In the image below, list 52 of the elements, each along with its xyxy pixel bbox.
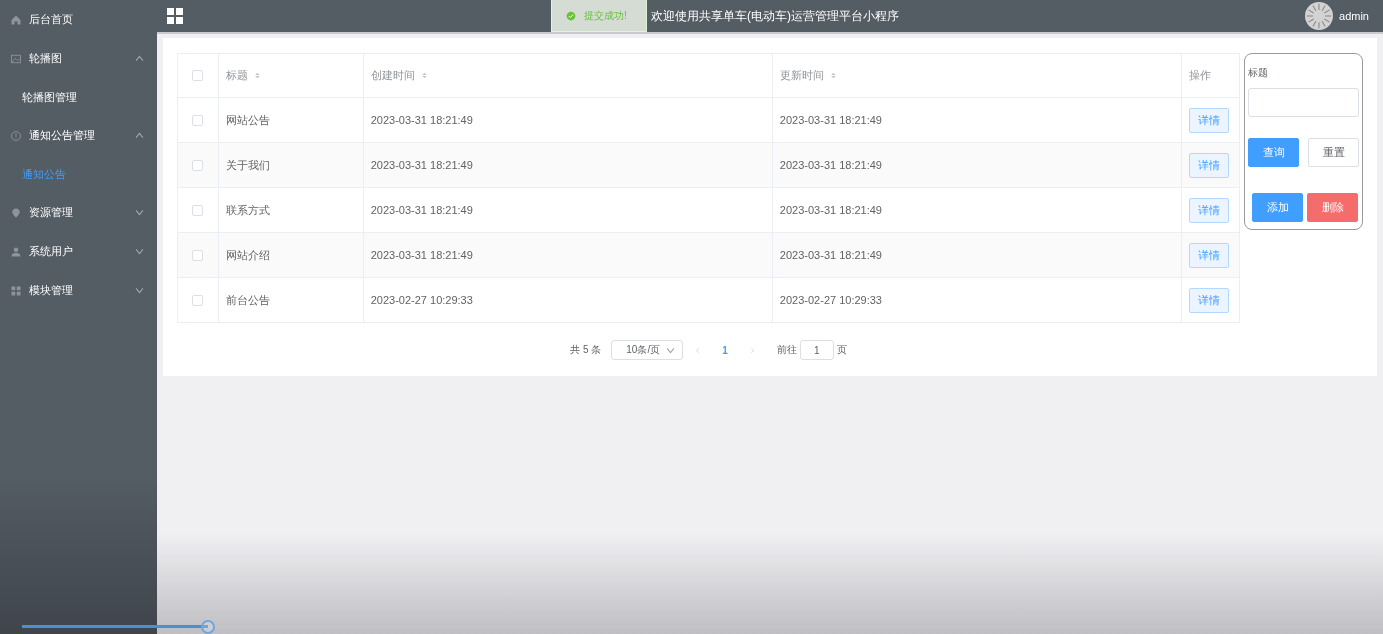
row-checkbox[interactable] [192, 114, 204, 126]
sidebar-item[interactable]: 轮播图 [0, 39, 157, 78]
username[interactable]: admin [1339, 10, 1369, 22]
table-cell: 2023-03-31 18:21:49 [779, 159, 882, 171]
check-circle-icon [566, 10, 576, 21]
column-header: 标题 [225, 68, 248, 83]
table-cell: 网站公告 [225, 113, 270, 126]
table-cell: 2023-03-31 18:21:49 [779, 204, 882, 216]
field-label: 标题 [1248, 66, 1269, 80]
menu-icon [167, 8, 183, 24]
page-suffix: 页 [836, 343, 847, 357]
table-cell: 联系方式 [225, 203, 270, 216]
table-cell: 2023-03-31 18:21:49 [370, 249, 473, 261]
action-button[interactable]: 重置 [1308, 138, 1359, 167]
row-checkbox[interactable] [192, 294, 204, 306]
info-icon [10, 129, 22, 142]
toast-message: 提交成功! [584, 8, 627, 23]
image-icon [10, 52, 22, 65]
row-checkbox[interactable] [192, 204, 204, 216]
grid-icon [10, 284, 22, 297]
table-cell: 网站介绍 [225, 248, 270, 261]
table-cell: 2023-03-31 18:21:49 [779, 249, 882, 261]
sidebar-item[interactable]: 资源管理 [0, 193, 157, 232]
sidebar-item[interactable]: 系统用户 [0, 232, 157, 271]
select-all-checkbox[interactable] [192, 70, 204, 81]
table-cell: 2023-03-31 18:21:49 [370, 114, 473, 126]
row-checkbox[interactable] [192, 159, 204, 171]
row-checkbox[interactable] [192, 249, 204, 261]
table-cell: 2023-02-27 10:29:33 [370, 294, 473, 306]
sidebar-item[interactable]: 通知公告管理 [0, 116, 157, 155]
location-pin-icon [10, 206, 22, 219]
table-cell: 2023-03-31 18:21:49 [370, 204, 473, 216]
sidebar-item[interactable]: 后台首页 [0, 0, 157, 39]
table-cell: 2023-03-31 18:21:49 [779, 114, 882, 126]
table-cell: 2023-02-27 10:29:33 [779, 294, 882, 306]
goto-label: 前往 [776, 343, 797, 357]
seek-thumb[interactable] [201, 620, 216, 634]
user-icon [10, 245, 22, 258]
sidebar-subitem[interactable]: 轮播图管理 [0, 78, 157, 116]
header-title: 欢迎使用共享单车(电动车)运营管理平台小程序 [651, 7, 899, 25]
column-header: 创建时间 [370, 68, 415, 83]
column-header: 操作 [1189, 68, 1211, 83]
home-icon [10, 13, 22, 26]
column-header: 更新时间 [779, 68, 824, 83]
title-input[interactable] [1248, 88, 1359, 117]
table-cell: 关于我们 [225, 158, 270, 171]
total-count: 共 5 条 [570, 343, 602, 357]
table-cell: 前台公告 [225, 293, 270, 306]
page-input[interactable]: 1 [799, 340, 834, 360]
table-cell: 2023-03-31 18:21:49 [370, 159, 473, 171]
page-size-select[interactable]: 10条/页 [611, 340, 684, 360]
sidebar-item[interactable]: 模块管理 [0, 271, 157, 310]
